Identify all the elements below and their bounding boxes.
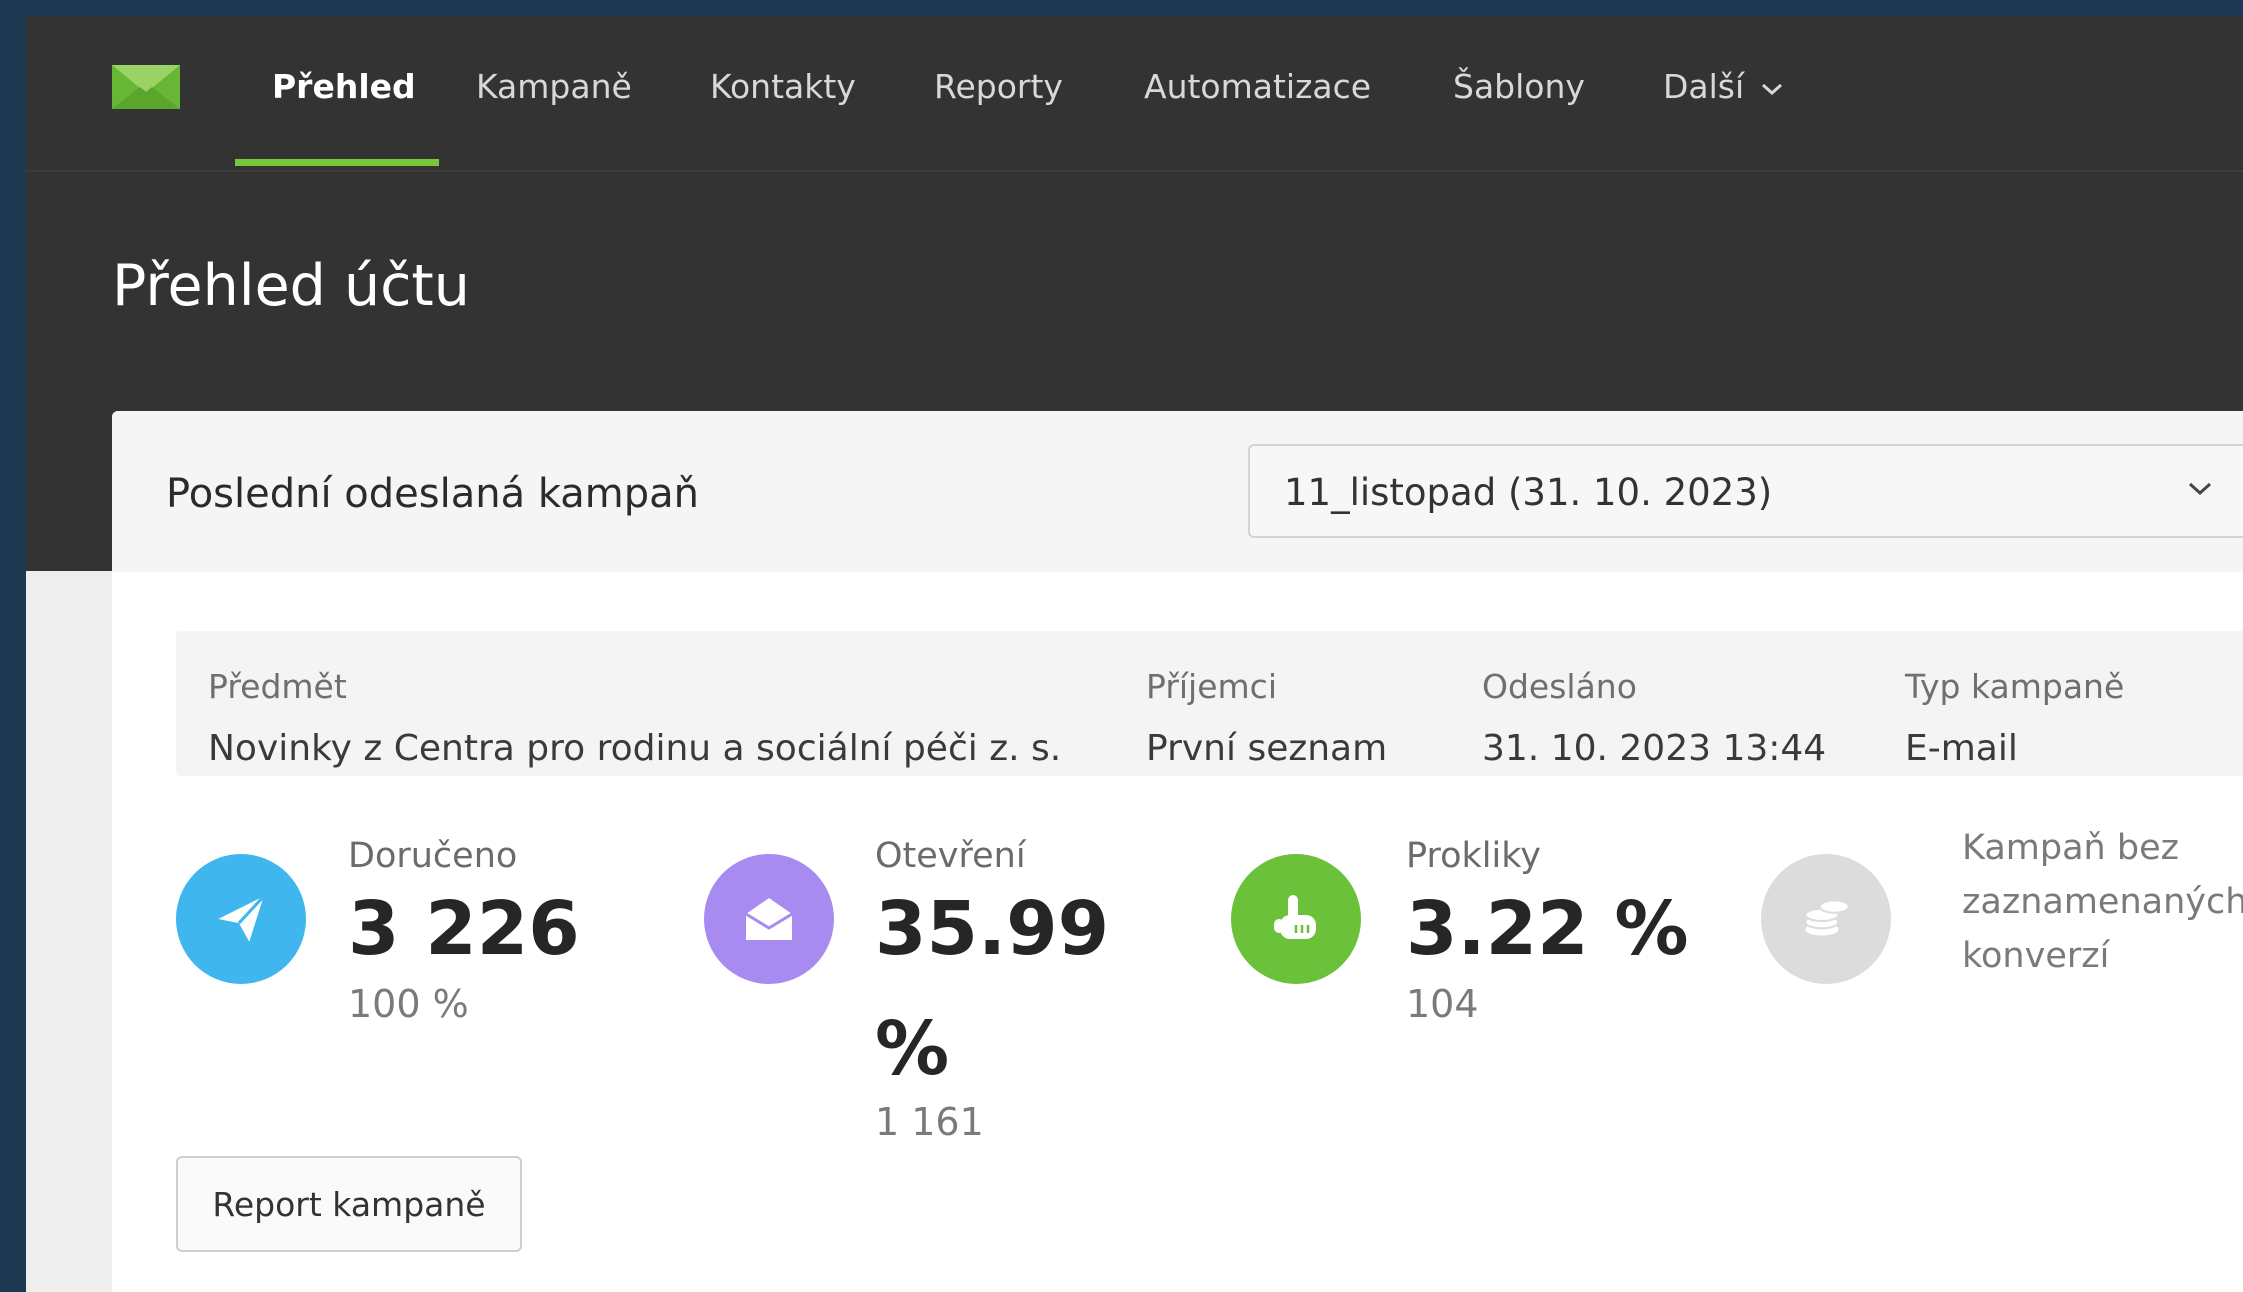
top-navigation: Přehled Kampaně Kontakty Reporty Automat… [26, 16, 2243, 172]
logo-envelope-icon[interactable] [112, 65, 180, 109]
coins-icon [1761, 854, 1891, 984]
pointer-hand-icon [1231, 854, 1361, 984]
nav-item-automatizace[interactable]: Automatizace [1144, 66, 1371, 108]
chevron-down-icon [1762, 83, 1783, 95]
campaign-select-value: 11_listopad (31. 10. 2023) [1284, 471, 1773, 514]
nav-item-dalsi-label: Další [1663, 67, 1745, 106]
nav-active-indicator [235, 159, 439, 166]
type-label: Typ kampaně [1905, 667, 2125, 706]
type-value: E-mail [1905, 728, 2018, 769]
recipients-label: Příjemci [1146, 667, 1277, 706]
campaign-select[interactable]: 11_listopad (31. 10. 2023) [1248, 444, 2243, 538]
nav-item-prehled[interactable]: Přehled [272, 66, 416, 108]
recipients-value: První seznam [1146, 728, 1388, 769]
conversions-text: Kampaň bez zaznamenaných konverzí [1962, 828, 2243, 976]
nav-item-dalsi[interactable]: Další [1663, 66, 1784, 108]
nav-item-kampane[interactable]: Kampaně [476, 66, 632, 108]
report-campaign-button[interactable]: Report kampaně [176, 1156, 522, 1252]
section-title: Poslední odeslaná kampaň [166, 471, 700, 517]
nav-item-kontakty[interactable]: Kontakty [710, 66, 856, 108]
delivered-value: 3 226 [348, 886, 580, 972]
clicks-value: 3.22 % [1406, 886, 1689, 972]
campaign-card-header: Poslední odeslaná kampaň 11_listopad (31… [112, 411, 2243, 572]
chevron-down-icon [2188, 482, 2212, 496]
page-title: Přehled účtu [112, 253, 470, 319]
sent-value: 31. 10. 2023 13:44 [1482, 728, 1827, 769]
opens-value: 35.99 % [875, 886, 1110, 1092]
subject-label: Předmět [208, 667, 347, 706]
paper-plane-icon [176, 854, 306, 984]
subject-value: Novinky z Centra pro rodinu a sociální p… [208, 728, 1062, 769]
campaign-info: Předmět Novinky z Centra pro rodinu a so… [176, 631, 2243, 776]
campaign-card: Poslední odeslaná kampaň 11_listopad (31… [112, 411, 2243, 1292]
open-envelope-icon [704, 854, 834, 984]
app-window: Přehled Kampaně Kontakty Reporty Automat… [26, 16, 2243, 1292]
nav-item-reporty[interactable]: Reporty [934, 66, 1063, 108]
opens-count: 1 161 [875, 1100, 984, 1144]
nav-item-sablony[interactable]: Šablony [1453, 66, 1585, 108]
delivered-percent: 100 % [348, 982, 469, 1026]
clicks-count: 104 [1406, 982, 1479, 1026]
sent-label: Odesláno [1482, 667, 1637, 706]
